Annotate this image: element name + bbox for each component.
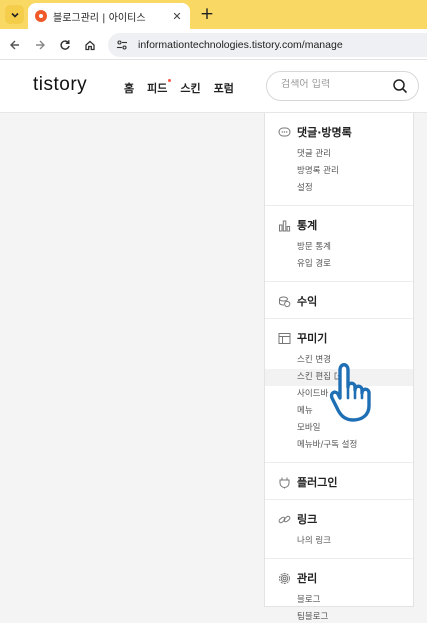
search-icon[interactable] — [392, 78, 408, 94]
global-nav: 홈 피드 스킨 포럼 — [124, 79, 247, 96]
url-text: informationtechnologies.tistory.com/mana… — [138, 39, 343, 51]
new-tab-button[interactable]: + — [197, 4, 217, 24]
nav-skin[interactable]: 스킨 — [180, 80, 200, 96]
tistory-logo[interactable]: tistory — [33, 74, 87, 96]
link-icon — [277, 512, 291, 526]
browser-toolbar: informationtechnologies.tistory.com/mana… — [0, 29, 427, 60]
menu-section-plugin: 플러그인 — [265, 463, 413, 500]
section-head-stats[interactable]: 통계 — [265, 216, 413, 234]
back-button[interactable] — [5, 35, 25, 55]
menu-section-manage: 관리 블로그 팀블로그 — [265, 559, 413, 623]
section-title-stats: 통계 — [297, 219, 318, 232]
section-title-comments: 댓글·방명록 — [297, 126, 352, 139]
speech-bubble-icon — [277, 125, 291, 139]
coins-icon — [277, 294, 291, 308]
section-head-decorate[interactable]: 꾸미기 — [265, 329, 413, 347]
section-head-manage[interactable]: 관리 — [265, 569, 413, 587]
new-badge-dot — [168, 79, 172, 82]
menu-item-guestbook-manage[interactable]: 방명록 관리 — [265, 163, 413, 180]
search-box — [266, 71, 419, 101]
browser-tabstrip: 블로그관리 | 아이티스 ✕ + — [0, 0, 427, 29]
menu-section-stats: 통계 방문 통계 유입 경로 — [265, 206, 413, 282]
pointer-hand-cursor-icon — [329, 363, 371, 422]
tune-icon — [117, 40, 127, 50]
section-title-plugin: 플러그인 — [297, 476, 338, 489]
reload-button[interactable] — [55, 35, 75, 55]
section-head-plugin[interactable]: 플러그인 — [265, 473, 413, 491]
section-head-link[interactable]: 링크 — [265, 510, 413, 528]
menu-item-visit-stats[interactable]: 방문 통계 — [265, 239, 413, 256]
home-icon — [85, 40, 95, 51]
section-title-link: 링크 — [297, 513, 318, 526]
gear-icon — [277, 571, 291, 585]
section-title-decorate: 꾸미기 — [297, 332, 328, 345]
menu-item-comment-settings[interactable]: 설정 — [265, 180, 413, 197]
chevron-down-icon — [10, 12, 19, 18]
section-title-manage: 관리 — [297, 572, 318, 585]
plug-icon — [277, 475, 291, 489]
section-head-comments[interactable]: 댓글·방명록 — [265, 123, 413, 141]
browser-tab-active[interactable]: 블로그관리 | 아이티스 ✕ — [28, 3, 190, 29]
section-head-revenue[interactable]: 수익 — [265, 292, 413, 310]
nav-home[interactable]: 홈 — [124, 80, 134, 96]
menu-section-revenue: 수익 — [265, 282, 413, 319]
address-bar[interactable]: informationtechnologies.tistory.com/mana… — [108, 33, 427, 57]
layout-icon — [277, 331, 291, 345]
site-header: tistory 홈 피드 스킨 포럼 — [0, 60, 427, 113]
menu-item-comment-manage[interactable]: 댓글 관리 — [265, 146, 413, 163]
menu-item-team-blog[interactable]: 팀블로그 — [265, 609, 413, 623]
nav-feed-label: 피드 — [147, 82, 168, 95]
menu-item-blog[interactable]: 블로그 — [265, 592, 413, 609]
nav-feed[interactable]: 피드 — [147, 79, 172, 96]
search-input[interactable] — [281, 79, 391, 90]
menu-section-link: 링크 나의 링크 — [265, 500, 413, 559]
arrow-right-icon — [36, 40, 45, 50]
menu-item-referrer[interactable]: 유입 경로 — [265, 256, 413, 273]
tab-search-button[interactable] — [5, 5, 24, 24]
menu-section-comments: 댓글·방명록 댓글 관리 방명록 관리 설정 — [265, 113, 413, 206]
bar-chart-icon — [277, 218, 291, 232]
site-info-button[interactable] — [112, 35, 132, 55]
menu-item-my-links[interactable]: 나의 링크 — [265, 533, 413, 550]
forward-button[interactable] — [30, 35, 50, 55]
section-title-revenue: 수익 — [297, 295, 318, 308]
home-button[interactable] — [80, 35, 100, 55]
reload-icon — [60, 40, 70, 50]
nav-forum[interactable]: 포럼 — [214, 80, 234, 96]
menu-item-mobile[interactable]: 모바일 — [265, 420, 413, 437]
tistory-favicon-icon — [35, 10, 47, 22]
tab-title: 블로그관리 | 아이티스 — [53, 12, 146, 24]
tab-close-button[interactable]: ✕ — [170, 9, 184, 23]
arrow-left-icon — [10, 40, 19, 50]
menu-item-menubar-subscribe[interactable]: 메뉴바/구독 설정 — [265, 437, 413, 454]
